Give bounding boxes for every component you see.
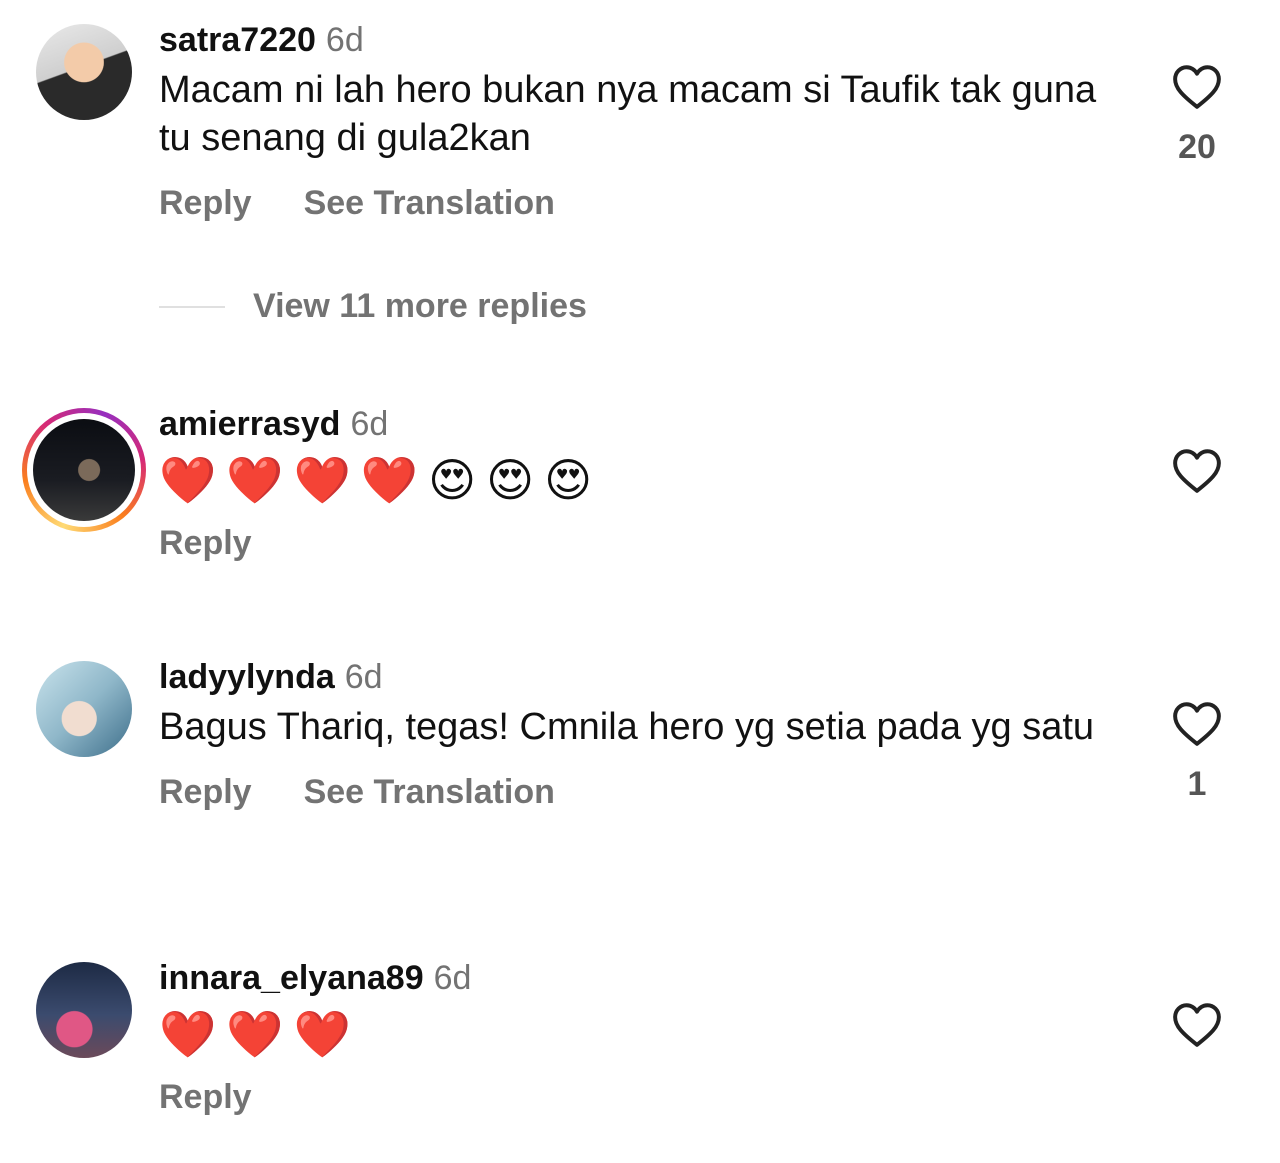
timestamp: 6d — [325, 21, 364, 59]
emoji-list: ❤️ ❤️ ❤️ ❤️ 😍 😍 😍 — [159, 454, 1130, 506]
red-heart-emoji: ❤️ — [360, 454, 419, 506]
reply-button[interactable]: Reply — [159, 1078, 252, 1117]
avatar[interactable] — [22, 408, 146, 532]
heart-eyes-emoji: 😍 — [428, 454, 477, 506]
timestamp: 6d — [433, 959, 472, 997]
emoji-list: ❤️ ❤️ ❤️ — [159, 1008, 1130, 1060]
see-translation-button[interactable]: See Translation — [304, 184, 555, 223]
comment-actions: Reply See Translation — [159, 773, 1130, 812]
username[interactable]: amierrasyd — [159, 405, 340, 443]
heart-eyes-emoji: 😍 — [544, 454, 593, 506]
like-count: 1 — [1187, 765, 1207, 803]
like-control — [1160, 448, 1234, 494]
view-replies[interactable]: View 11 more replies — [159, 287, 587, 326]
reply-button[interactable]: Reply — [159, 773, 252, 812]
comment-text: Macam ni lah hero bukan nya macam si Tau… — [159, 69, 1097, 159]
heart-eyes-emoji: 😍 — [486, 454, 535, 506]
comment-actions: Reply — [159, 524, 1130, 563]
heart-outline-icon[interactable] — [1172, 448, 1222, 494]
story-ring — [22, 408, 146, 532]
like-control: 20 — [1160, 64, 1234, 167]
avatar-image — [36, 661, 132, 757]
reply-divider — [159, 305, 225, 308]
red-heart-emoji: ❤️ — [293, 454, 351, 506]
avatar[interactable] — [36, 24, 132, 120]
avatar-image — [36, 24, 132, 120]
avatar[interactable] — [36, 962, 132, 1058]
heart-outline-icon[interactable] — [1172, 64, 1222, 110]
username[interactable]: ladyylynda — [159, 658, 335, 696]
see-translation-button[interactable]: See Translation — [304, 773, 555, 812]
heart-outline-icon[interactable] — [1172, 701, 1222, 747]
comment-actions: Reply — [159, 1078, 1130, 1117]
avatar-image — [33, 419, 135, 521]
view-replies-label[interactable]: View 11 more replies — [253, 287, 587, 326]
avatar[interactable] — [36, 661, 132, 757]
like-count: 20 — [1178, 128, 1216, 166]
comment-text: Bagus Thariq, tegas! Cmnila hero yg seti… — [159, 706, 1095, 748]
timestamp: 6d — [350, 405, 389, 443]
like-control — [1160, 1002, 1234, 1048]
red-heart-emoji: ❤️ — [159, 1008, 217, 1060]
reply-button[interactable]: Reply — [159, 184, 252, 223]
like-control: 1 — [1160, 701, 1234, 804]
comment-actions: Reply See Translation — [159, 184, 1130, 223]
red-heart-emoji: ❤️ — [159, 454, 217, 506]
heart-outline-icon[interactable] — [1172, 1002, 1222, 1048]
reply-button[interactable]: Reply — [159, 524, 252, 563]
red-heart-emoji: ❤️ — [226, 454, 284, 506]
avatar-image — [36, 962, 132, 1058]
red-heart-emoji: ❤️ — [226, 1008, 284, 1060]
username[interactable]: satra7220 — [159, 21, 316, 59]
username[interactable]: innara_elyana89 — [159, 959, 424, 997]
red-heart-emoji: ❤️ — [293, 1008, 351, 1060]
timestamp: 6d — [344, 658, 383, 696]
